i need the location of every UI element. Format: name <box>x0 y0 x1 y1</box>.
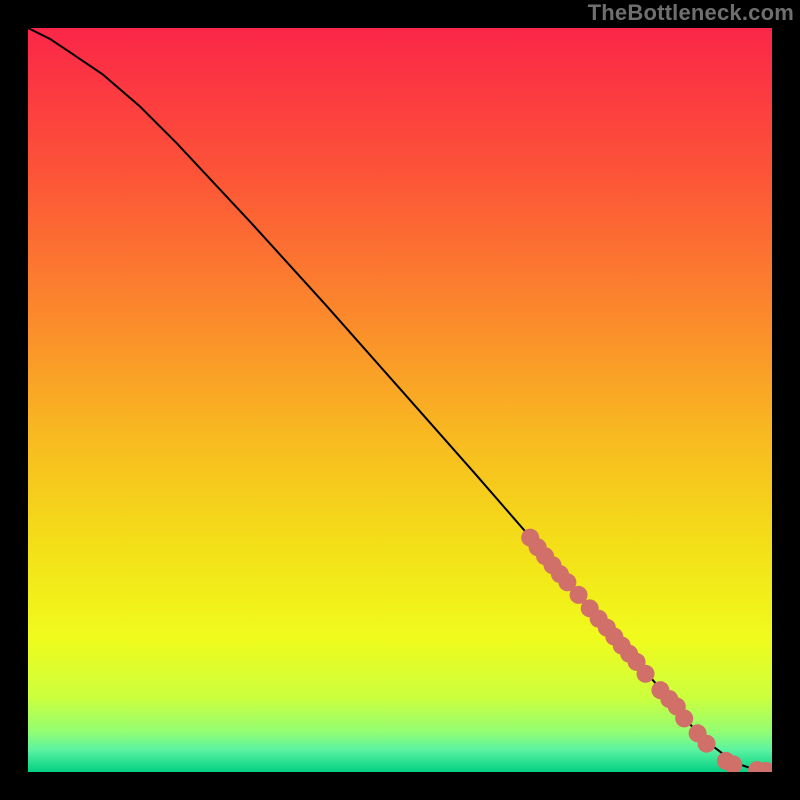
data-marker <box>637 665 655 683</box>
gradient-background <box>28 28 772 772</box>
attribution-text: TheBottleneck.com <box>588 0 794 26</box>
data-marker <box>698 735 716 753</box>
data-marker <box>675 709 693 727</box>
chart-frame: TheBottleneck.com <box>0 0 800 800</box>
plot-area <box>28 28 772 772</box>
chart-svg <box>28 28 772 772</box>
